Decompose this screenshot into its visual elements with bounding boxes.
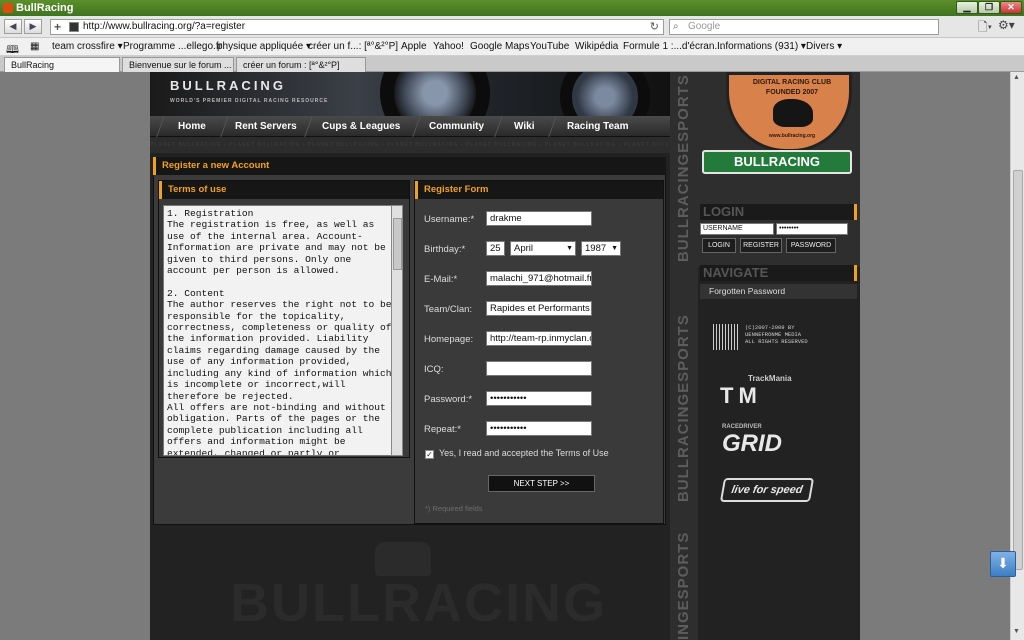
scroll-up-arrow-icon[interactable]: ▲: [1013, 74, 1020, 81]
vertical-brand-text: BULLRACINGESPORTS: [675, 314, 692, 502]
search-icon: ⌕: [673, 21, 679, 32]
bookmark-item[interactable]: Programme ...ellego.fr: [123, 41, 222, 52]
vertical-brand-text: BULLRACINGESPORTS: [675, 74, 692, 262]
vertical-brand-text: INGESPORTS: [675, 531, 692, 640]
bookmark-item[interactable]: team crossfire ▾: [52, 41, 123, 52]
tab-create-forum[interactable]: créer un forum : [ª°&²°P]: [236, 57, 366, 72]
bookmark-item[interactable]: Wikipédia: [575, 41, 618, 52]
minimize-button[interactable]: ▁: [956, 1, 978, 14]
terms-scrollbar[interactable]: [391, 205, 403, 456]
site-banner: BULLRACING WORLD'S PREMIER DIGITAL RACIN…: [150, 72, 670, 116]
bookmark-item[interactable]: Apple: [401, 41, 427, 52]
vertical-brand-strip: BULLRACINGESPORTS BULLRACINGESPORTS INGE…: [670, 72, 698, 640]
nav-cups-leagues[interactable]: Cups & Leagues: [304, 116, 418, 137]
car-wheel-graphic: [380, 72, 490, 116]
trackmania-label[interactable]: TrackMania: [748, 374, 792, 383]
accept-terms-checkbox[interactable]: ✓: [425, 450, 434, 459]
navigate-title: NAVIGATE: [700, 265, 857, 281]
tab-forum-welcome[interactable]: Bienvenue sur le forum ...: [122, 57, 234, 72]
bookmarks-bar: 🕮 ▦ team crossfire ▾ Programme ...ellego…: [0, 38, 1024, 56]
terms-scroll-thumb[interactable]: [393, 218, 402, 270]
password-button[interactable]: PASSWORD: [786, 238, 836, 253]
site-favicon: [69, 22, 79, 32]
decorative-stripe: PLANET BULLRACING • PLANET BULLRACING • …: [150, 137, 670, 153]
search-placeholder: Google: [688, 21, 721, 32]
bookmark-item[interactable]: Informations (931) ▾: [717, 41, 806, 52]
maximize-button[interactable]: ❐: [978, 1, 1000, 14]
window-title: BullRacing: [16, 2, 74, 14]
copyright-block: (C)2007-2009 BY UENNEFRONME MEDIA ALL RI…: [713, 322, 828, 352]
browser-app-icon: [3, 3, 13, 13]
bookmark-item[interactable]: créer un f...: [ª°&²°P]: [308, 41, 398, 52]
search-field[interactable]: ⌕ Google: [669, 19, 939, 35]
vertical-brand-bar: BULLRACINGESPORTS BULLRACINGESPORTS INGE…: [670, 72, 698, 640]
site-logo[interactable]: BULLRACING: [170, 78, 286, 93]
scroll-to-bottom-button[interactable]: ⬇: [990, 551, 1016, 577]
login-username-input[interactable]: USERNAME: [700, 223, 774, 235]
sidebar: DIGITAL RACING CLUB FOUNDED 2007 www.bul…: [698, 72, 860, 640]
tab-strip: BullRacing Bienvenue sur le forum ... cr…: [0, 56, 1024, 72]
forward-button[interactable]: ▶: [24, 19, 42, 34]
back-button[interactable]: ◀: [4, 19, 22, 34]
login-title: LOGIN: [700, 204, 857, 220]
login-password-input[interactable]: ••••••••: [776, 223, 848, 235]
scroll-down-arrow-icon[interactable]: ▼: [1013, 628, 1020, 635]
terms-title: Terms of use: [159, 181, 409, 199]
url-text: http://www.bullracing.org/?a=register: [83, 21, 246, 32]
sidebar-top: DIGITAL RACING CLUB FOUNDED 2007 www.bul…: [698, 72, 860, 267]
nav-rent-servers[interactable]: Rent Servers: [220, 116, 310, 137]
form-lower-area: ✓ Yes, I read and accepted the Terms of U…: [413, 179, 663, 523]
barcode-icon: [713, 324, 739, 350]
forgotten-password-link[interactable]: Forgotten Password: [700, 284, 857, 299]
nav-home[interactable]: Home: [156, 116, 226, 137]
bull-logo-icon: [773, 99, 813, 127]
browser-titlebar: BullRacing ▁ ❐ ✕: [0, 0, 1024, 16]
page-menu-icon[interactable]: 🗋▾: [978, 18, 992, 39]
badge-founded-text: FOUNDED 2007: [765, 89, 819, 96]
main-navigation: Home Rent Servers Cups & Leagues Communi…: [150, 116, 670, 137]
trackmania-logo[interactable]: TM: [720, 383, 762, 409]
grid-logo[interactable]: GRID: [722, 430, 782, 458]
arrow-down-icon: ⬇: [997, 555, 1009, 571]
tab-bullracing[interactable]: BullRacing: [4, 57, 120, 72]
bookmark-item[interactable]: Divers ▾: [806, 41, 842, 52]
car-wheel-graphic: [560, 72, 650, 116]
accept-terms-row[interactable]: ✓ Yes, I read and accepted the Terms of U…: [425, 448, 609, 459]
close-button[interactable]: ✕: [1000, 1, 1022, 14]
required-fields-note: *) Required fields: [425, 504, 483, 513]
nav-community[interactable]: Community: [412, 116, 500, 137]
bullracing-ribbon: BULLRACING: [702, 150, 852, 174]
bookmark-item[interactable]: physique appliquée ▾: [217, 41, 311, 52]
live-for-speed-logo[interactable]: live for speed: [719, 478, 815, 502]
logo-tagline: WORLD'S PREMIER DIGITAL RACING RESOURCE: [170, 98, 329, 104]
grid-icon[interactable]: ▦: [30, 41, 39, 52]
nav-wiki[interactable]: Wiki: [494, 116, 554, 137]
bookmark-item[interactable]: YouTube: [530, 41, 569, 52]
nav-racing-team[interactable]: Racing Team: [548, 116, 646, 137]
register-button[interactable]: REGISTER: [740, 238, 782, 253]
reload-icon[interactable]: ↻: [650, 20, 659, 34]
browser-toolbar: ◀ ▶ + http://www.bullracing.org/?a=regis…: [0, 16, 1024, 38]
sidebar-panel: DIGITAL RACING CLUB FOUNDED 2007 www.bul…: [698, 72, 860, 640]
login-button[interactable]: LOGIN: [702, 238, 736, 253]
bookmark-item[interactable]: Google Maps: [470, 41, 529, 52]
club-badge: DIGITAL RACING CLUB FOUNDED 2007 www.bul…: [726, 72, 852, 152]
settings-gear-icon[interactable]: ⚙▾: [998, 18, 1015, 32]
badge-url-text: www.bullracing.org: [768, 133, 816, 139]
page-scroll-thumb[interactable]: [1013, 170, 1023, 570]
accept-terms-label: Yes, I read and accepted the Terms of Us…: [439, 448, 609, 458]
copyright-text: (C)2007-2009 BY UENNEFRONME MEDIA ALL RI…: [745, 324, 808, 345]
bookmark-item[interactable]: Yahoo!: [433, 41, 464, 52]
address-bar[interactable]: + http://www.bullracing.org/?a=register …: [50, 19, 664, 35]
terms-box: Terms of use 1. Registration The registr…: [158, 180, 410, 458]
bookmark-item[interactable]: Formule 1 :...d'écran...: [623, 41, 723, 52]
add-bookmark-icon[interactable]: +: [54, 20, 61, 34]
terms-textarea[interactable]: 1. Registration The registration is free…: [163, 205, 403, 456]
register-panel-title: Register a new Account: [153, 157, 666, 175]
badge-top-text: DIGITAL RACING CLUB: [752, 79, 832, 86]
next-step-button[interactable]: NEXT STEP >>: [488, 475, 595, 492]
